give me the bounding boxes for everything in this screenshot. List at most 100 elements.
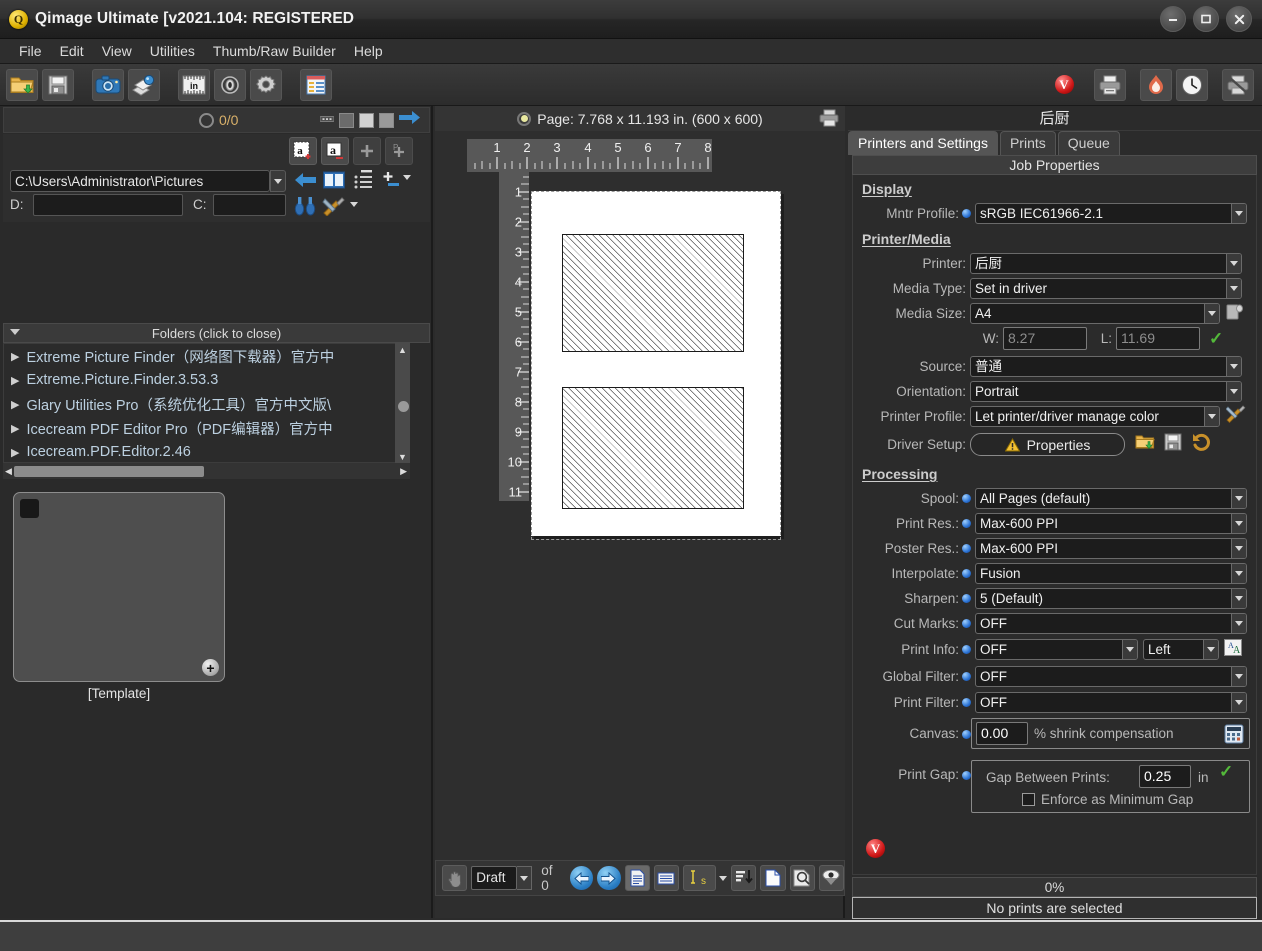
scroll-thumb[interactable] [398,401,409,412]
spool-indicator-icon[interactable] [962,494,971,503]
add-text-icon[interactable]: a [321,137,349,165]
media-size-combo[interactable]: A4 [970,303,1220,324]
new-page-icon[interactable] [760,865,785,891]
printer-combo[interactable]: 后厨 [970,253,1242,274]
tab-printers-and-settings[interactable]: Printers and Settings [848,131,998,155]
source-dropdown-icon[interactable] [1226,357,1241,376]
book-icon[interactable] [323,171,345,194]
menu-edit[interactable]: Edit [51,40,93,62]
menu-file[interactable]: File [10,40,51,62]
next-page-icon[interactable] [597,866,620,890]
paper-roll-icon[interactable] [1226,303,1243,325]
tools-icon[interactable] [322,196,346,221]
folders-header[interactable]: Folders (click to close) [3,323,430,343]
interpolate-combo[interactable]: Fusion [975,563,1247,584]
media-width-input[interactable]: 8.27 [1003,327,1087,350]
profile-tools-icon[interactable] [1226,405,1246,428]
prev-page-icon[interactable] [570,866,593,890]
font-icon[interactable]: A A [1224,639,1242,661]
global-filter-combo[interactable]: OFF [975,666,1247,687]
spool-combo[interactable]: All Pages (default) [975,488,1247,509]
add-text-region-icon[interactable]: a [289,137,317,165]
open-folder-icon[interactable] [6,69,38,101]
print-filter-dropdown-icon[interactable] [1231,693,1246,712]
lens-icon[interactable] [214,69,246,101]
image-placeholder-1[interactable] [562,234,744,352]
preview-search-icon[interactable] [790,865,815,891]
menu-help[interactable]: Help [345,40,392,62]
list-view-icon[interactable] [300,69,332,101]
spool-dropdown-icon[interactable] [1231,489,1246,508]
template-thumbnail[interactable]: + [13,492,225,682]
folder-list-vscrollbar[interactable]: ▲ ▼ [395,343,410,463]
page-preview-canvas[interactable]: 1 2 3 4 5 6 7 8 1 [435,131,845,891]
thumb-size-small-icon[interactable] [339,113,354,128]
gap-between-prints-input[interactable]: 0.25 [1139,765,1191,788]
chevron-down-icon[interactable] [403,175,411,180]
print-info-align-combo[interactable]: Left [1143,639,1219,660]
printer-icon[interactable] [1094,69,1126,101]
clock-icon[interactable] [1176,69,1208,101]
print-info-indicator-icon[interactable] [962,645,971,654]
list-indent-icon[interactable] [353,169,373,196]
poster-res-combo[interactable]: Max-600 PPI [975,538,1247,559]
close-button[interactable] [1226,6,1252,32]
thumb-size-medium-icon[interactable] [359,113,374,128]
media-size-confirm-icon[interactable]: ✓ [1209,329,1223,349]
maximize-button[interactable] [1193,6,1219,32]
binoculars-icon[interactable] [294,196,316,221]
cut-marks-dropdown-icon[interactable] [1231,614,1246,633]
add-line-icon[interactable] [380,170,402,195]
v-badge-icon[interactable]: V [866,839,885,858]
print-info-dropdown-icon[interactable] [1122,640,1137,659]
global-filter-dropdown-icon[interactable] [1231,667,1246,686]
expand-arrow-icon[interactable]: ▶ [11,398,19,411]
hscroll-thumb[interactable] [14,466,204,477]
poster-res-indicator-icon[interactable] [962,544,971,553]
camera-icon[interactable] [92,69,124,101]
save-settings-icon[interactable] [1164,433,1182,456]
list-item[interactable]: ▶ Icecream PDF Editor Pro（PDF编辑器）官方中 [4,416,409,440]
scroll-up-icon[interactable]: ▲ [395,343,410,356]
media-length-input[interactable]: 11.69 [1116,327,1200,350]
drive-d-input[interactable] [33,194,183,216]
printer-profile-dropdown-icon[interactable] [1204,407,1219,426]
expand-arrow-icon[interactable]: ▶ [11,422,19,435]
orientation-combo[interactable]: Portrait [970,381,1242,402]
canvas-shrink-input[interactable]: 0.00 [976,722,1028,745]
scroll-right-icon[interactable]: ▶ [400,466,407,477]
menu-thumb-raw-builder[interactable]: Thumb/Raw Builder [204,40,345,62]
poster-res-dropdown-icon[interactable] [1231,539,1246,558]
thumb-size-large-icon[interactable] [379,113,394,128]
back-arrow-icon[interactable] [294,171,316,194]
undo-icon[interactable] [1191,433,1211,456]
text-size-icon[interactable]: s [683,865,716,891]
folder-path-dropdown[interactable] [270,170,286,192]
menu-view[interactable]: View [93,40,141,62]
v-badge-icon[interactable]: V [1048,69,1080,101]
folder-list[interactable]: ▶ Extreme Picture Finder（网络图下载器）官方中 ▶ Ex… [3,343,410,463]
orientation-dropdown-icon[interactable] [1226,382,1241,401]
batch-images-icon[interactable] [128,69,160,101]
cut-marks-indicator-icon[interactable] [962,619,971,628]
cut-marks-combo[interactable]: OFF [975,613,1247,634]
image-placeholder-2[interactable] [562,387,744,509]
printer-disabled-icon[interactable] [1222,69,1254,101]
sharpen-dropdown-icon[interactable] [1231,589,1246,608]
mntr-profile-dropdown-icon[interactable] [1231,204,1246,223]
page-view-icon[interactable] [625,865,650,891]
menu-utilities[interactable]: Utilities [141,40,204,62]
print-res-combo[interactable]: Max-600 PPI [975,513,1247,534]
expand-arrow-icon[interactable]: ▶ [11,446,19,459]
sharpen-combo[interactable]: 5 (Default) [975,588,1247,609]
global-filter-indicator-icon[interactable] [962,672,971,681]
save-icon[interactable] [42,69,74,101]
media-size-dropdown-icon[interactable] [1204,304,1219,323]
folders-collapse-icon[interactable] [10,329,20,335]
list-item[interactable]: ▶ Icecream.PDF.Editor.2.46 [4,440,409,463]
print-info-align-dropdown-icon[interactable] [1203,640,1218,659]
pan-hand-icon[interactable] [442,865,467,891]
interpolate-dropdown-icon[interactable] [1231,564,1246,583]
list-item[interactable]: ▶ Extreme.Picture.Finder.3.53.3 [4,368,409,392]
mntr-profile-combo[interactable]: sRGB IEC61966-2.1 [975,203,1247,224]
